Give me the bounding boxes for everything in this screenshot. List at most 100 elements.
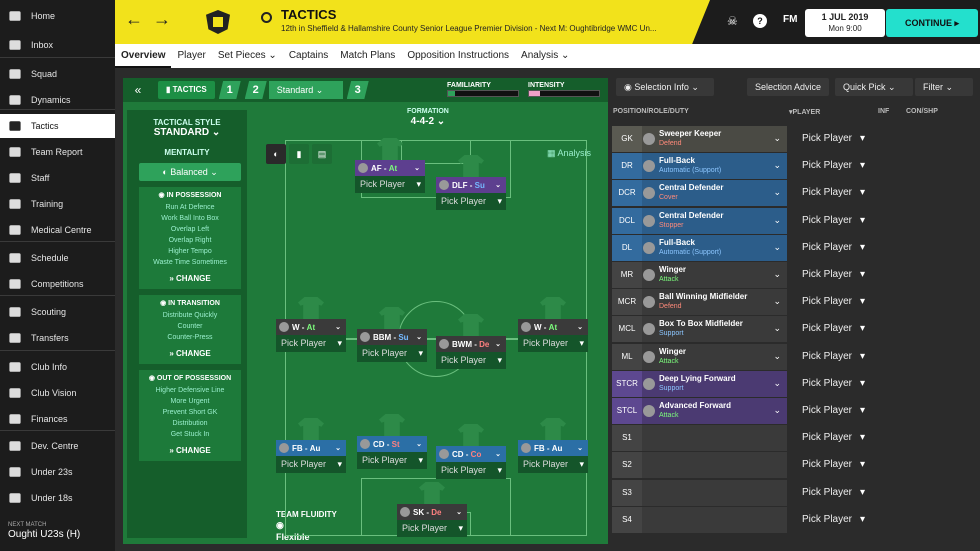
tactic-slot-2[interactable]: 2 — [244, 81, 267, 99]
role-label[interactable]: SK - De ⌄ — [397, 504, 467, 520]
sidebar-item-staff[interactable]: Staff — [0, 166, 115, 190]
sidebar-item-finances[interactable]: Finances — [0, 407, 115, 431]
position-row[interactable]: STCL Advanced Forward Attack ⌄ — [612, 398, 787, 424]
pick-player-select[interactable]: Pick Player — [802, 160, 902, 171]
tab-opposition-instructions[interactable]: Opposition Instructions — [401, 44, 515, 68]
position-row[interactable]: S1 — [612, 425, 787, 452]
forward-arrow-icon[interactable]: → — [153, 9, 171, 30]
chevron-down-icon[interactable]: ⌄ — [773, 323, 781, 334]
pick-player-select[interactable]: Pick Player — [802, 187, 902, 198]
continue-button[interactable]: CONTINUE ▸ — [886, 9, 978, 37]
search-icon[interactable] — [261, 12, 272, 23]
sidebar-item-team-report[interactable]: Team Report — [0, 140, 115, 164]
con-shp-header[interactable]: CON/SHP — [906, 108, 938, 115]
club-crest-icon[interactable] — [206, 10, 230, 34]
role-label[interactable]: W - At ⌄ — [518, 319, 588, 335]
player-header[interactable]: ▾PLAYER — [789, 108, 820, 116]
pick-player-select[interactable]: Pick Player — [802, 323, 902, 334]
pick-player-select[interactable]: Pick Player — [518, 335, 588, 352]
collapse-icon[interactable]: « — [123, 78, 153, 102]
player-card-bwm[interactable]: BWM - De ⌄ Pick Player — [436, 314, 506, 371]
position-row[interactable]: MR Winger Attack ⌄ — [612, 262, 787, 288]
chevron-down-icon[interactable]: ⌄ — [773, 269, 781, 280]
tactics-tab[interactable]: ▮ TACTICS — [158, 81, 215, 99]
sidebar-item-squad[interactable]: Squad — [0, 62, 115, 86]
player-card-fb[interactable]: FB - Au ⌄ Pick Player — [276, 418, 346, 475]
formation-selector[interactable]: FORMATION 4-4-2 ⌄ — [407, 108, 449, 127]
pick-player-select[interactable]: Pick Player — [802, 405, 902, 416]
sidebar-item-inbox[interactable]: Inbox — [0, 33, 115, 57]
position-row[interactable]: ML Winger Attack ⌄ — [612, 343, 787, 370]
pick-player-select[interactable]: Pick Player — [436, 193, 506, 210]
pick-player-select[interactable]: Pick Player — [355, 176, 425, 193]
pick-player-select[interactable]: Pick Player — [357, 345, 427, 362]
back-arrow-icon[interactable]: ← — [125, 9, 143, 30]
chevron-down-icon[interactable]: ⌄ — [773, 133, 781, 144]
pick-player-select[interactable]: Pick Player — [802, 459, 902, 470]
position-row[interactable]: S4 — [612, 506, 787, 533]
sidebar-item-transfers[interactable]: Transfers — [0, 326, 115, 350]
role-label[interactable]: BBM - Su ⌄ — [357, 329, 427, 345]
tab-match-plans[interactable]: Match Plans — [334, 44, 401, 68]
position-row[interactable]: S3 — [612, 479, 787, 506]
tab-analysis[interactable]: Analysis ⌄ — [515, 44, 575, 68]
role-label[interactable]: FB - Au ⌄ — [518, 440, 588, 456]
date-display[interactable]: 1 JUL 2019 Mon 9:00 — [805, 9, 885, 37]
position-role-duty-header[interactable]: POSITION/ROLE/DUTY — [613, 108, 689, 115]
chevron-down-icon[interactable]: ⌄ — [773, 242, 781, 253]
tab-player[interactable]: Player — [171, 44, 211, 68]
position-row[interactable]: STCR Deep Lying Forward Support ⌄ — [612, 370, 787, 397]
sidebar-item-under-18s[interactable]: Under 18s — [0, 486, 115, 510]
pick-player-select[interactable]: Pick Player — [802, 296, 902, 307]
pick-player-select[interactable]: Pick Player — [802, 487, 902, 498]
pick-player-select[interactable]: Pick Player — [276, 335, 346, 352]
sidebar-item-schedule[interactable]: Schedule — [0, 246, 115, 270]
position-row[interactable]: S2 — [612, 452, 787, 479]
position-row[interactable]: GK Sweeper Keeper Defend ⌄ — [612, 126, 787, 152]
tab-overview[interactable]: Overview — [115, 44, 172, 68]
pick-player-select[interactable]: Pick Player — [397, 520, 467, 537]
pick-player-select[interactable]: Pick Player — [436, 352, 506, 369]
position-row[interactable]: DR Full-Back Automatic (Support) ⌄ — [612, 153, 787, 180]
tactic-slot-name[interactable]: Standard ⌄ — [268, 81, 343, 99]
player-card-w[interactable]: W - At ⌄ Pick Player — [276, 297, 346, 354]
role-label[interactable]: W - At ⌄ — [276, 319, 346, 335]
pick-player-select[interactable]: Pick Player — [802, 351, 902, 362]
role-label[interactable]: AF - At ⌄ — [355, 160, 425, 176]
position-row[interactable]: DL Full-Back Automatic (Support) ⌄ — [612, 234, 787, 261]
pick-player-select[interactable]: Pick Player — [276, 456, 346, 473]
tactic-slot-1[interactable]: 1 — [218, 81, 241, 99]
position-row[interactable]: MCR Ball Winning Midfielder Defend ⌄ — [612, 289, 787, 316]
player-card-cd[interactable]: CD - St ⌄ Pick Player — [357, 414, 427, 471]
intensity-meter[interactable]: INTENSITY — [528, 82, 600, 97]
position-row[interactable]: DCL Central Defender Stopper ⌄ — [612, 207, 787, 234]
player-card-cd[interactable]: CD - Co ⌄ Pick Player — [436, 424, 506, 481]
player-card-dlf[interactable]: DLF - Su ⌄ Pick Player — [436, 155, 506, 212]
pick-player-select[interactable]: Pick Player — [518, 456, 588, 473]
chevron-down-icon[interactable]: ⌄ — [773, 187, 781, 198]
inf-header[interactable]: INF — [878, 108, 889, 115]
quick-pick-button[interactable]: Quick Pick ⌄ — [835, 78, 913, 96]
role-label[interactable]: BWM - De ⌄ — [436, 336, 506, 352]
filter-button[interactable]: Filter ⌄ — [915, 78, 973, 96]
sidebar-item-club-info[interactable]: Club Info — [0, 355, 115, 379]
chart-view-icon[interactable]: ▮ — [289, 144, 309, 164]
sidebar-item-scouting[interactable]: Scouting — [0, 300, 115, 324]
tactical-style-value[interactable]: STANDARD ⌄ — [127, 127, 247, 138]
pick-player-select[interactable]: Pick Player — [802, 378, 902, 389]
pick-player-select[interactable]: Pick Player — [436, 462, 506, 479]
player-card-sk[interactable]: SK - De ⌄ Pick Player — [397, 482, 467, 539]
next-match[interactable]: NEXT MATCH Oughti U23s (H) — [8, 520, 80, 541]
pick-player-select[interactable]: Pick Player — [802, 432, 902, 443]
sidebar-item-competitions[interactable]: Competitions — [0, 272, 115, 296]
position-row[interactable]: DCR Central Defender Cover ⌄ — [612, 180, 787, 207]
out-of-possession-change-button[interactable]: » CHANGE — [139, 446, 241, 455]
help-icon[interactable]: ? — [753, 14, 767, 28]
in-transition-change-button[interactable]: » CHANGE — [139, 349, 241, 358]
pick-player-select[interactable]: Pick Player — [802, 269, 902, 280]
role-label[interactable]: DLF - Su ⌄ — [436, 177, 506, 193]
role-label[interactable]: CD - Co ⌄ — [436, 446, 506, 462]
pick-player-select[interactable]: Pick Player — [802, 514, 902, 525]
pick-player-select[interactable]: Pick Player — [802, 242, 902, 253]
position-row[interactable]: MCL Box To Box Midfielder Support ⌄ — [612, 316, 787, 343]
